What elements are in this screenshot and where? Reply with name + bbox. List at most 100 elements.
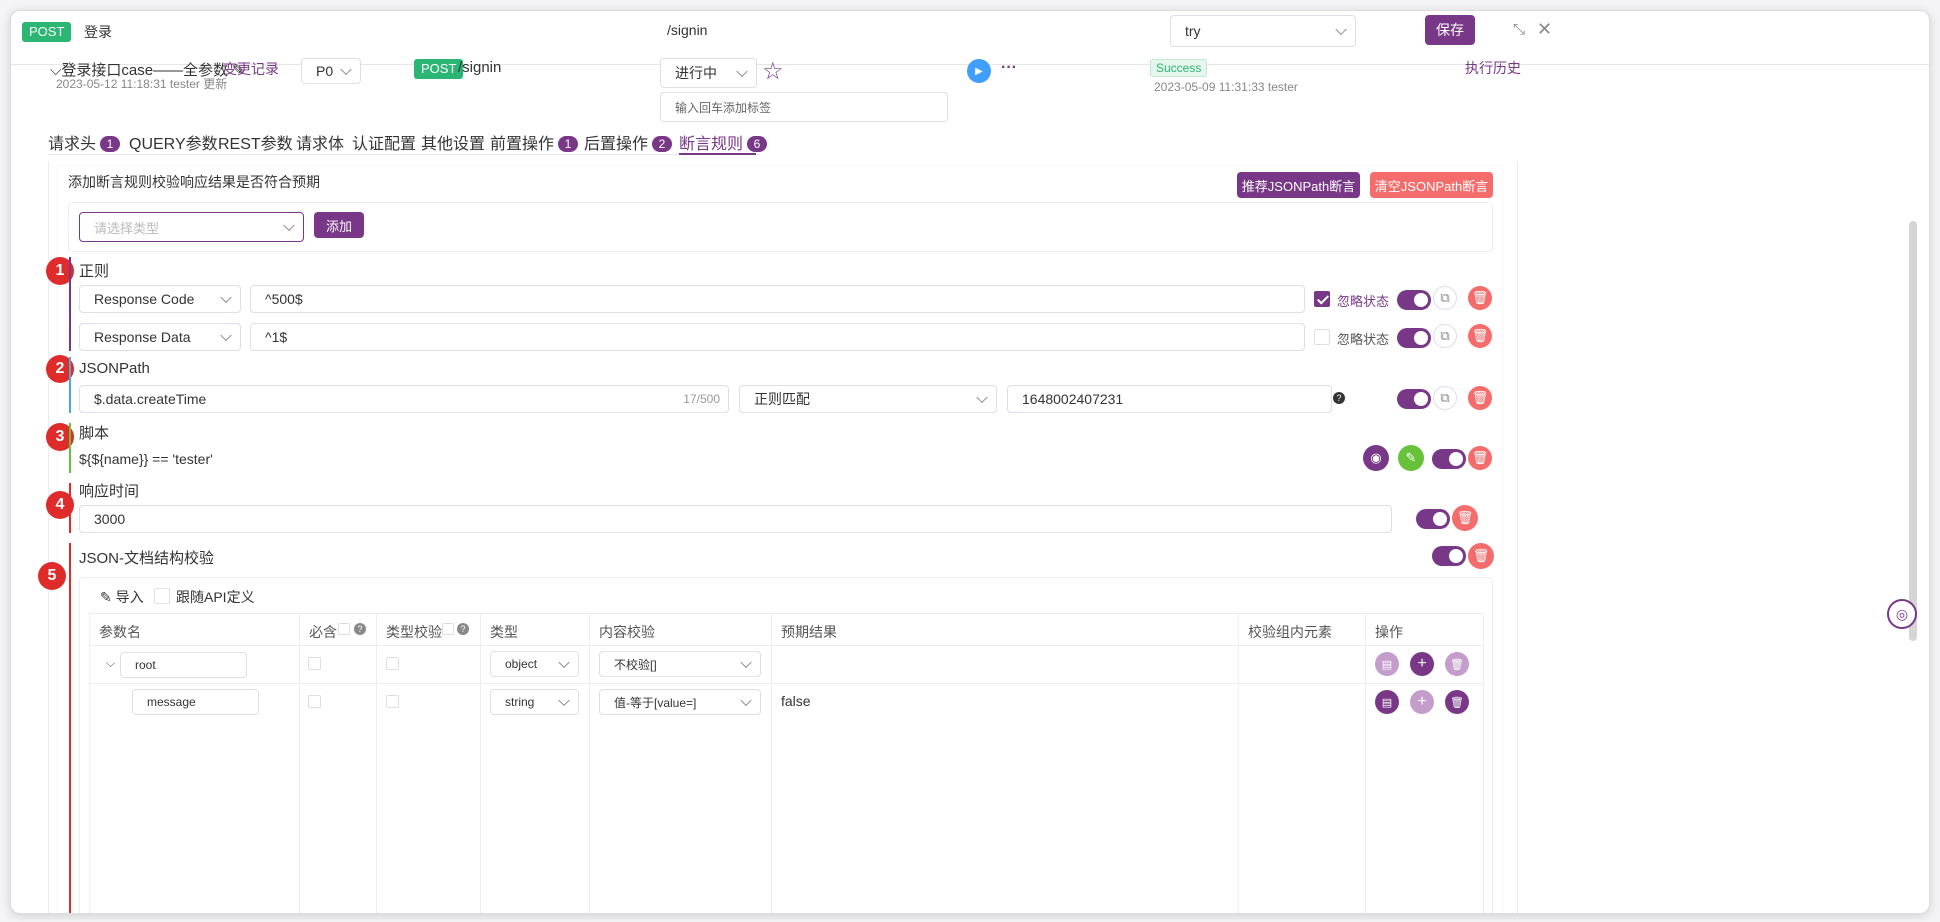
eye-off-icon[interactable]: ◎	[1887, 599, 1917, 629]
copy-icon[interactable]: ⧉	[1433, 286, 1457, 310]
priority-select[interactable]: P0	[301, 58, 361, 84]
add-assert-button[interactable]: 添加	[314, 212, 364, 238]
tab-post[interactable]: 后置操作 2	[584, 130, 673, 154]
delete-icon[interactable]: 🗑	[1445, 690, 1469, 714]
regex-value-input[interactable]: ^1$	[250, 323, 1305, 351]
tab-pre[interactable]: 前置操作 1	[490, 130, 579, 154]
type-check-all-checkbox[interactable]	[442, 623, 454, 635]
enable-toggle[interactable]	[1432, 546, 1466, 566]
enable-toggle[interactable]	[1397, 328, 1431, 348]
jsonpath-expression: $.data.createTime	[94, 391, 207, 407]
tab-body[interactable]: 请求体	[296, 130, 344, 154]
delete-icon[interactable]: 🗑	[1445, 652, 1469, 676]
tab-headers[interactable]: 请求头 1	[48, 130, 121, 154]
enable-toggle[interactable]	[1416, 509, 1450, 529]
script-code[interactable]: ${${name}} == 'tester'	[79, 451, 213, 467]
response-time-input[interactable]: 3000	[79, 505, 1392, 533]
help-icon[interactable]: ?	[354, 623, 366, 635]
run-icon[interactable]: ▶	[967, 59, 991, 83]
regex-type-select[interactable]: Response Data	[79, 323, 241, 351]
delete-icon[interactable]: 🗑	[1468, 446, 1492, 470]
regex-type-value: Response Code	[94, 291, 195, 307]
match-type-value: 正则匹配	[754, 391, 810, 407]
status-select[interactable]: 进行中	[660, 58, 757, 88]
response-time-title: 响应时间	[79, 483, 140, 500]
star-icon[interactable]: ☆	[762, 57, 784, 86]
expected-value-input[interactable]: 1648002407231	[1007, 385, 1332, 413]
change-log-link[interactable]: 变更记录	[223, 59, 279, 79]
more-icon[interactable]: ···	[1001, 59, 1017, 77]
tab-other[interactable]: 其他设置	[421, 130, 485, 154]
chevron-down-icon	[1335, 23, 1347, 36]
assert-type-select[interactable]: 请选择类型	[79, 212, 304, 242]
document-icon[interactable]: ▤	[1375, 690, 1399, 714]
view-icon[interactable]: ◉	[1363, 445, 1389, 471]
tab-rest[interactable]: REST参数	[218, 130, 293, 154]
jsonpath-expression-input[interactable]: $.data.createTime 17/500	[79, 385, 729, 413]
chevron-down-icon	[736, 65, 748, 78]
tab-label: 断言规则	[679, 136, 744, 153]
regex-value-input[interactable]: ^500$	[250, 285, 1305, 313]
chevron-down-icon[interactable]: ⌵	[106, 656, 115, 671]
type-check-checkbox[interactable]	[386, 657, 399, 670]
clear-jsonpath-button[interactable]: 清空JSONPath断言	[1370, 172, 1493, 198]
save-button[interactable]: 保存	[1425, 15, 1475, 45]
content-check-select[interactable]: 值-等于[value=]	[599, 689, 761, 715]
enable-toggle[interactable]	[1397, 389, 1431, 409]
follow-api-checkbox[interactable]	[154, 588, 170, 604]
type-check-checkbox[interactable]	[386, 695, 399, 708]
type-select[interactable]: string	[490, 689, 579, 715]
char-count: 17/500	[683, 392, 720, 406]
environment-value: try	[1185, 23, 1201, 39]
edit-icon[interactable]: ✎	[1398, 445, 1424, 471]
import-label: 导入	[115, 589, 144, 605]
close-icon[interactable]: ✕	[1537, 19, 1552, 40]
tab-query[interactable]: QUERY参数	[129, 130, 218, 154]
table-border	[480, 613, 481, 913]
enable-toggle[interactable]	[1397, 290, 1431, 310]
col-type-check: 类型校验	[386, 624, 442, 640]
tab-label: 前置操作	[490, 136, 555, 153]
environment-select[interactable]: try	[1170, 15, 1356, 47]
collapse-icon[interactable]: ⤡	[1513, 21, 1525, 38]
required-checkbox[interactable]	[308, 657, 321, 670]
import-icon: ✎	[100, 589, 112, 605]
help-icon[interactable]: ?	[1333, 392, 1345, 404]
copy-icon[interactable]: ⧉	[1433, 386, 1457, 410]
ignore-status-checkbox[interactable]	[1314, 329, 1330, 345]
tag-input[interactable]: 输入回车添加标签	[660, 92, 948, 122]
required-all-checkbox[interactable]	[338, 623, 350, 635]
document-icon[interactable]: ▤	[1375, 652, 1399, 676]
param-name-input[interactable]: message	[132, 689, 259, 715]
tab-auth[interactable]: 认证配置	[352, 130, 416, 154]
delete-icon[interactable]: 🗑	[1468, 543, 1494, 569]
tab-assertions[interactable]: 断言规则 6	[679, 130, 768, 154]
section-bar	[69, 423, 71, 473]
import-button[interactable]: ✎ 导入	[100, 587, 144, 607]
type-select[interactable]: object	[490, 651, 579, 677]
scrollbar[interactable]	[1909, 221, 1917, 641]
required-checkbox[interactable]	[308, 695, 321, 708]
tab-label: 后置操作	[584, 136, 649, 153]
copy-icon[interactable]: ⧉	[1433, 324, 1457, 348]
delete-icon[interactable]: 🗑	[1468, 386, 1492, 410]
help-icon[interactable]: ?	[457, 623, 469, 635]
col-param-name: 参数名	[99, 624, 141, 640]
param-name-input[interactable]: root	[120, 652, 247, 678]
delete-icon[interactable]: 🗑	[1468, 324, 1492, 348]
match-type-select[interactable]: 正则匹配	[739, 385, 997, 413]
result-meta: 2023-05-09 11:31:33 tester	[1154, 80, 1298, 94]
add-icon[interactable]: +	[1410, 690, 1434, 714]
add-icon[interactable]: +	[1410, 652, 1434, 676]
content-check-select[interactable]: 不校验[]	[599, 651, 761, 677]
delete-icon[interactable]: 🗑	[1452, 505, 1478, 531]
regex-type-select[interactable]: Response Code	[79, 285, 241, 313]
recommend-jsonpath-button[interactable]: 推荐JSONPath断言	[1237, 172, 1360, 198]
history-link[interactable]: 执行历史	[1465, 58, 1521, 78]
table-border	[299, 613, 300, 913]
enable-toggle[interactable]	[1432, 449, 1466, 469]
method-badge: POST	[22, 22, 72, 42]
delete-icon[interactable]: 🗑	[1468, 286, 1492, 310]
ignore-status-checkbox[interactable]	[1314, 291, 1330, 307]
table-border	[1238, 613, 1239, 913]
